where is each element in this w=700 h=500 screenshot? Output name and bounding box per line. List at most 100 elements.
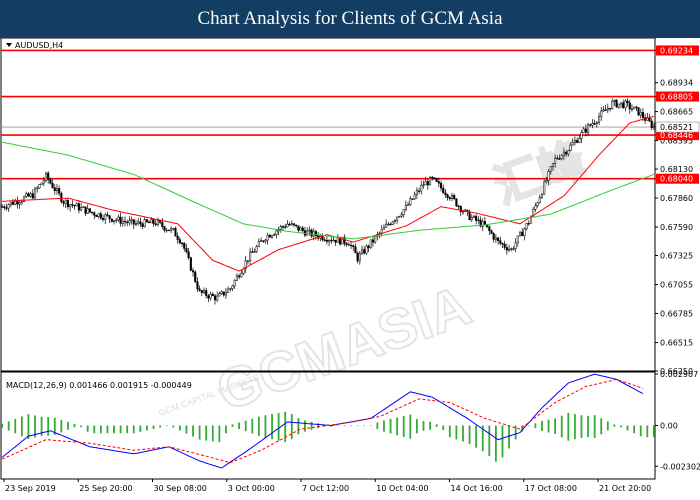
candle-body xyxy=(360,249,364,255)
candle-body xyxy=(512,248,515,250)
macd-histogram-bar xyxy=(27,414,30,440)
candle-body xyxy=(167,229,170,232)
candle-body xyxy=(75,203,78,207)
candle-body xyxy=(604,109,607,111)
candle-body xyxy=(545,180,548,183)
candle-body xyxy=(450,195,454,200)
macd-histogram-bar xyxy=(99,425,102,434)
candle-body xyxy=(628,102,631,110)
macd-histogram-bar xyxy=(613,424,616,427)
candle-body xyxy=(196,281,199,290)
candle-body xyxy=(33,188,37,199)
candle-body xyxy=(150,219,153,224)
candle-body xyxy=(369,239,372,248)
candle-body xyxy=(400,214,403,217)
candle-body xyxy=(102,217,105,220)
macd-histogram-bar xyxy=(422,421,425,431)
candle-body xyxy=(233,279,236,287)
candle-body xyxy=(488,226,491,232)
candle-body xyxy=(560,154,563,160)
candle-body xyxy=(501,243,504,245)
candle-body xyxy=(84,206,87,214)
macd-histogram-bar xyxy=(363,425,366,427)
macd-histogram-bar xyxy=(409,414,412,439)
macd-histogram-bar xyxy=(139,425,142,432)
candle-body xyxy=(49,179,52,184)
candle-body xyxy=(396,216,399,221)
candle-body xyxy=(253,251,256,253)
candle-body xyxy=(165,229,168,232)
candle-body xyxy=(58,188,61,194)
candle-body xyxy=(407,204,410,206)
candle-body xyxy=(393,220,396,222)
candle-body xyxy=(573,140,576,143)
candle-body xyxy=(497,237,500,241)
macd-histogram-bar xyxy=(527,425,530,427)
candle-body xyxy=(600,110,603,117)
candle-body xyxy=(80,206,83,211)
candle-body xyxy=(163,226,166,231)
candle-body xyxy=(424,181,427,186)
candle-body xyxy=(143,219,146,228)
time-tick-label: 7 Oct 12:00 xyxy=(302,484,349,493)
candle-body xyxy=(630,108,634,110)
macd-histogram-bar xyxy=(415,419,418,434)
candle-body xyxy=(279,226,282,230)
candle-body xyxy=(299,227,302,231)
candle-body xyxy=(227,288,230,293)
candle-body xyxy=(380,228,383,234)
macd-histogram-bar xyxy=(646,425,649,438)
price-tick-label: 0.68934 xyxy=(660,79,693,88)
candle-body xyxy=(198,288,201,291)
macd-label: MACD(12,26,9) 0.001466 0.001915 -0.00044… xyxy=(6,381,192,390)
candle-body xyxy=(216,295,219,301)
candle-body xyxy=(211,293,214,297)
candle-body xyxy=(176,235,179,240)
candle-body xyxy=(99,213,102,219)
candle-body xyxy=(5,207,8,209)
banner-title: Chart Analysis for Clients of GCM Asia xyxy=(197,8,503,29)
candle-body xyxy=(356,252,359,262)
candle-body xyxy=(295,224,298,227)
candle-body xyxy=(128,220,131,224)
candle-body xyxy=(93,212,96,216)
candle-body xyxy=(622,102,625,109)
candle-body xyxy=(29,193,32,197)
macd-histogram-bar xyxy=(547,419,550,433)
candle-body xyxy=(374,236,377,243)
candle-body xyxy=(418,190,421,192)
macd-histogram-bar xyxy=(468,425,471,445)
macd-histogram-bar xyxy=(620,425,622,428)
candle-body xyxy=(170,228,173,231)
candle-body xyxy=(543,181,546,195)
macd-histogram-bar xyxy=(475,425,478,448)
candle-body xyxy=(385,223,388,228)
macd-histogram-bar xyxy=(297,418,300,435)
macd-histogram-bar xyxy=(192,425,194,437)
candle-body xyxy=(126,221,129,224)
macd-histogram-bar xyxy=(257,416,260,437)
macd-histogram-bar xyxy=(185,425,188,434)
candle-body xyxy=(16,200,19,205)
candle-body xyxy=(284,226,287,228)
candle-body xyxy=(358,253,361,262)
macd-histogram-bar xyxy=(132,425,135,434)
candle-body xyxy=(161,222,164,227)
macd-histogram-bar xyxy=(271,414,273,440)
candle-body xyxy=(562,151,565,156)
macd-histogram-bar xyxy=(488,425,491,456)
macd-histogram-bar xyxy=(73,424,76,428)
macd-histogram-bar xyxy=(14,418,17,434)
level-label: 0.69234 xyxy=(660,46,693,55)
candle-body xyxy=(442,187,445,194)
macd-histogram-bar xyxy=(402,415,405,437)
symbol-label: AUDUSD,H4 xyxy=(15,41,63,50)
candle-body xyxy=(516,235,519,244)
candle-body xyxy=(352,245,355,248)
candle-body xyxy=(7,204,10,209)
candle-body xyxy=(404,204,407,210)
forex-chart[interactable]: GCMASIA 汇峰 GCM CAPITAL MARKETS AUDUSD,H4… xyxy=(0,38,700,500)
candle-body xyxy=(51,182,54,189)
candle-body xyxy=(547,171,550,181)
candle-body xyxy=(446,194,449,198)
